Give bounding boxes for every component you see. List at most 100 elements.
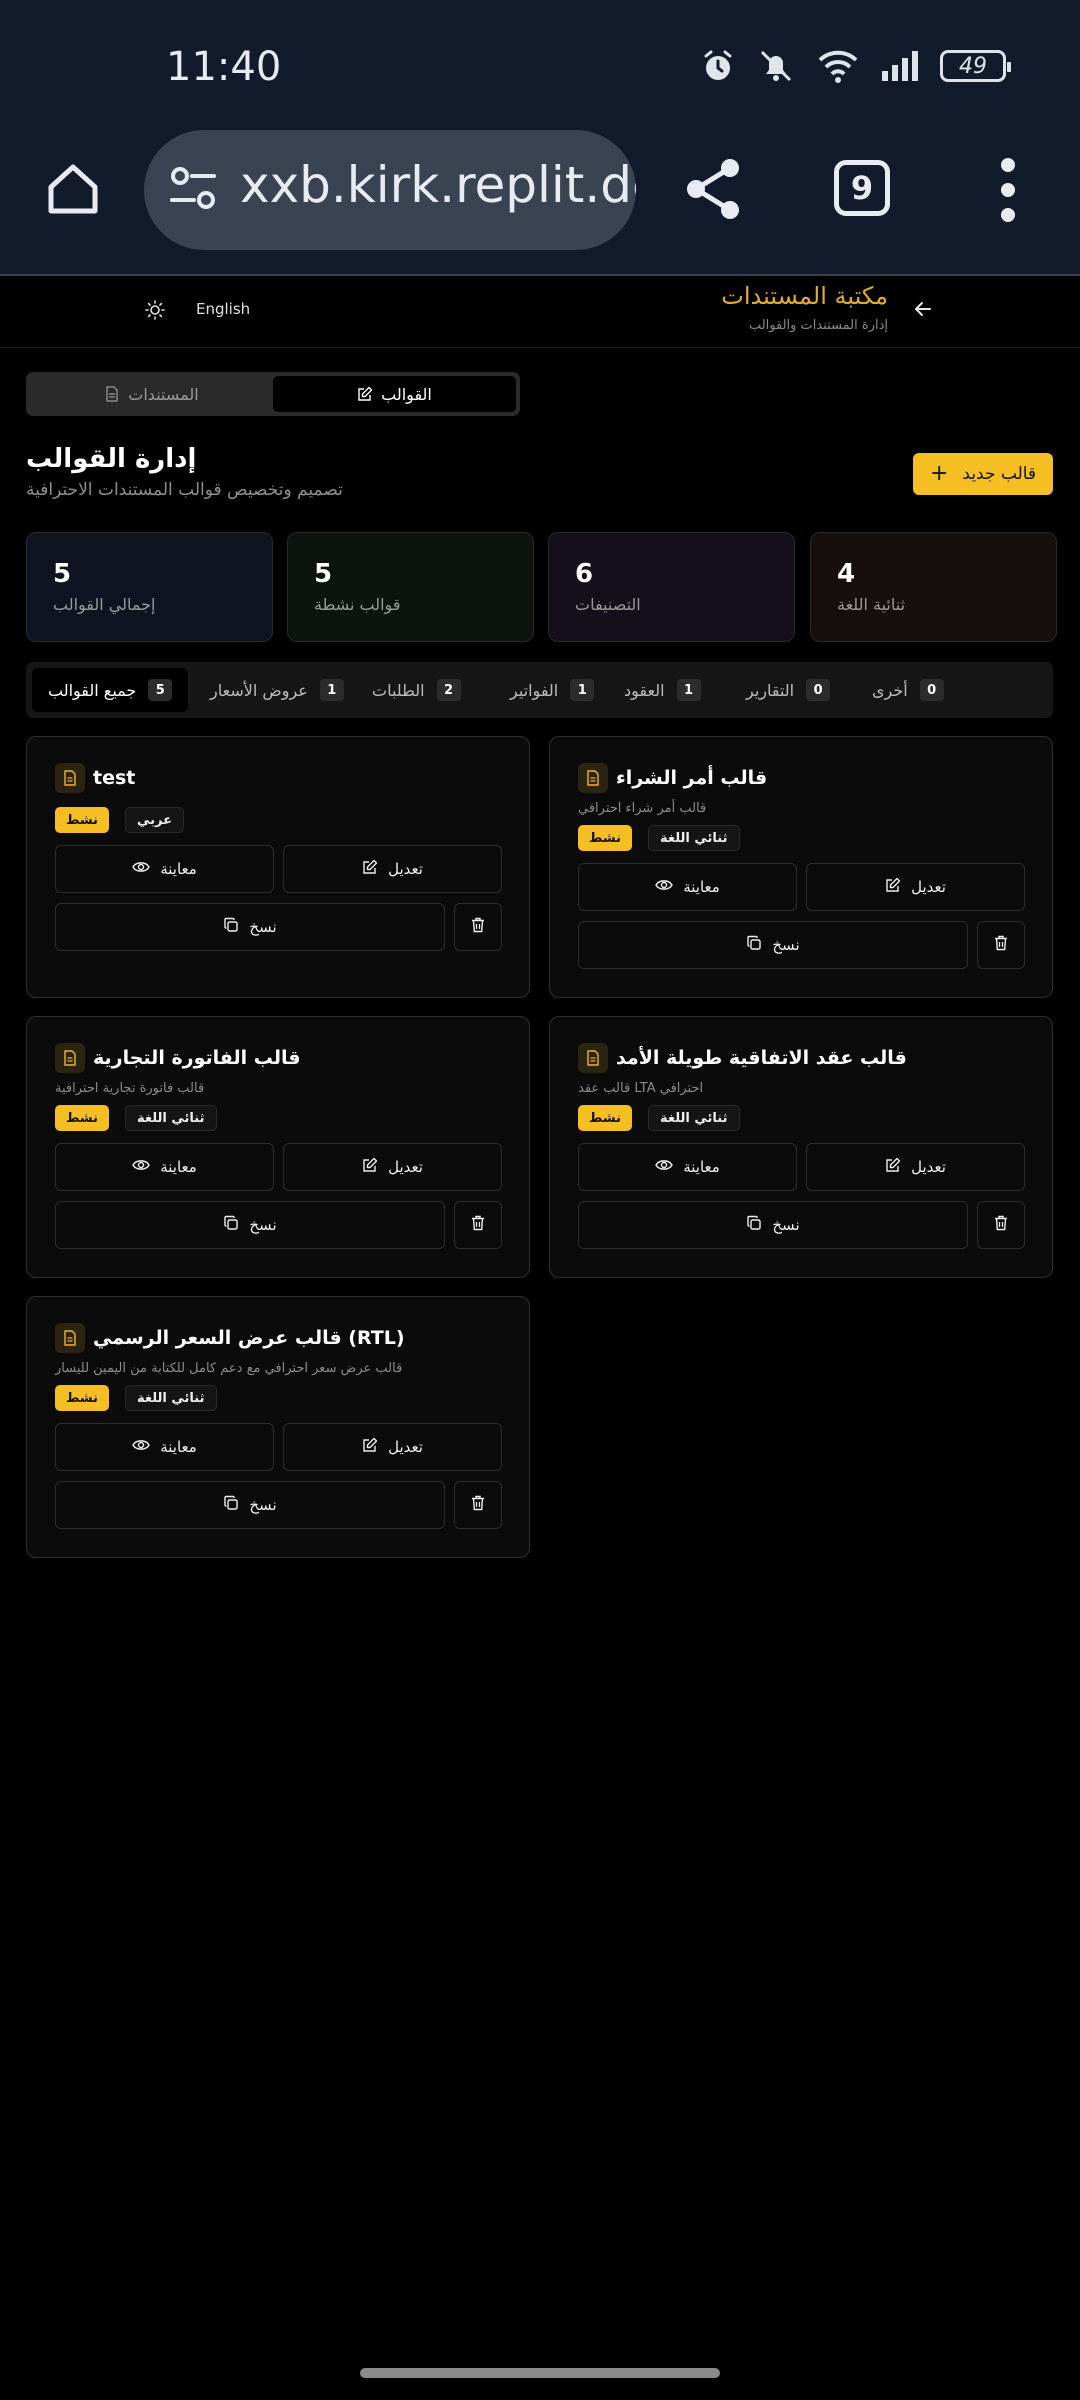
site-settings-icon[interactable] <box>168 164 218 214</box>
language-badge: ثنائي اللغة <box>648 825 740 851</box>
delete-button[interactable] <box>454 903 502 951</box>
copy-button[interactable]: نسخ <box>578 921 968 969</box>
edit-label: تعديل <box>388 860 423 878</box>
edit-button[interactable]: تعديل <box>283 1143 502 1191</box>
status-badge: نشط <box>55 1385 110 1411</box>
filter-chip[interactable]: جميع القوالب 5 <box>32 668 189 712</box>
filter-chip[interactable]: الطلبات 2 <box>356 668 477 712</box>
template-card: قالب الفاتورة التجارية قالب فاتورة تجارية… <box>26 1016 530 1278</box>
share-button[interactable] <box>680 154 750 224</box>
home-icon <box>48 164 98 214</box>
trash-icon <box>471 1495 485 1515</box>
preview-button[interactable]: معاينة <box>578 863 797 911</box>
edit-button[interactable]: تعديل <box>806 863 1025 911</box>
preview-label: معاينة <box>160 1158 197 1176</box>
tab-documents[interactable]: المستندات <box>30 376 273 412</box>
copy-label: نسخ <box>772 1216 800 1234</box>
document-icon <box>106 386 118 402</box>
filter-chip-label: الفواتير <box>510 680 559 700</box>
trash-icon <box>471 917 485 937</box>
copy-label: نسخ <box>249 1496 277 1514</box>
trash-icon <box>994 1215 1008 1235</box>
copy-button[interactable]: نسخ <box>55 1201 445 1249</box>
stat-value: 6 <box>575 559 594 589</box>
new-template-button[interactable]: قالب جديد + <box>913 453 1053 495</box>
sun-icon[interactable] <box>145 300 165 320</box>
template-title: قالب أمر الشراء <box>616 767 768 789</box>
filter-chip-label: العقود <box>624 680 665 700</box>
language-badge: عربي <box>125 807 185 833</box>
stat-card: 6 التصنيفات <box>548 532 795 642</box>
delete-button[interactable] <box>454 1201 502 1249</box>
browser-chrome: 11:40 49 xxb.kirk.replit.dev 9 <box>0 0 1080 276</box>
edit-label: تعديل <box>911 878 946 896</box>
home-button[interactable] <box>38 154 108 224</box>
preview-label: معاينة <box>160 860 197 878</box>
template-title: test <box>93 767 136 789</box>
copy-icon <box>223 917 239 937</box>
language-toggle[interactable]: English <box>196 300 250 318</box>
filter-chip-count: 2 <box>436 679 461 701</box>
stat-label: التصنيفات <box>575 595 641 614</box>
eye-icon <box>132 1158 151 1176</box>
template-description: قالب فاتورة تجارية احترافية <box>55 1081 205 1096</box>
filter-chip-count: 1 <box>319 679 344 701</box>
preview-button[interactable]: معاينة <box>55 845 274 893</box>
status-badge: نشط <box>55 1105 110 1131</box>
filter-chip-count: 1 <box>570 679 595 701</box>
filter-chip-count: 0 <box>806 679 831 701</box>
filter-chip[interactable]: عروض الأسعار 1 <box>194 668 360 712</box>
template-description: قالب أمر شراء احترافي <box>578 801 707 816</box>
copy-button[interactable]: نسخ <box>55 903 445 951</box>
filter-chip[interactable]: العقود 1 <box>608 668 717 712</box>
edit-button[interactable]: تعديل <box>806 1143 1025 1191</box>
overflow-menu-button[interactable] <box>994 158 1022 222</box>
app-title: مكتبة المستندات <box>721 282 888 310</box>
tab-switcher-button[interactable]: 9 <box>834 160 890 216</box>
copy-icon <box>223 1215 239 1235</box>
url-text: xxb.kirk.replit.dev <box>240 156 636 214</box>
stat-card: 4 ثنائية اللغة <box>810 532 1057 642</box>
filter-chip[interactable]: التقارير 0 <box>730 668 846 712</box>
edit-button[interactable]: تعديل <box>283 1423 502 1471</box>
tab-templates[interactable]: القوالب <box>273 376 516 412</box>
signal-icon <box>882 51 918 81</box>
preview-button[interactable]: معاينة <box>55 1143 274 1191</box>
preview-label: معاينة <box>683 1158 720 1176</box>
template-title: قالب الفاتورة التجارية <box>93 1047 301 1069</box>
status-badge: نشط <box>578 1105 633 1131</box>
filter-chip-count: 0 <box>919 679 944 701</box>
trash-icon <box>994 935 1008 955</box>
document-icon <box>55 1043 85 1073</box>
copy-button[interactable]: نسخ <box>55 1481 445 1529</box>
preview-button[interactable]: معاينة <box>55 1423 274 1471</box>
filter-chip-label: التقارير <box>746 680 795 700</box>
stat-card: 5 قوالب نشطة <box>287 532 534 642</box>
copy-label: نسخ <box>249 1216 277 1234</box>
copy-label: نسخ <box>772 936 800 954</box>
filter-chip[interactable]: أخرى 0 <box>856 668 960 712</box>
status-icons: 49 <box>700 46 1011 86</box>
app-subtitle: إدارة المستندات والقوالب <box>748 318 888 333</box>
address-bar[interactable]: xxb.kirk.replit.dev <box>144 130 636 250</box>
alarm-icon <box>704 50 732 80</box>
template-description: قالب عقد LTA احترافي <box>578 1081 704 1096</box>
delete-button[interactable] <box>977 921 1025 969</box>
filter-chip[interactable]: الفواتير 1 <box>494 668 610 712</box>
copy-button[interactable]: نسخ <box>578 1201 968 1249</box>
back-arrow-icon[interactable] <box>912 298 934 320</box>
gesture-bar <box>360 2368 720 2378</box>
filter-chip-label: جميع القوالب <box>48 680 137 700</box>
preview-label: معاينة <box>683 878 720 896</box>
edit-icon <box>362 859 378 879</box>
delete-button[interactable] <box>454 1481 502 1529</box>
delete-button[interactable] <box>977 1201 1025 1249</box>
template-card: قالب أمر الشراء قالب أمر شراء احترافي نشط ث… <box>549 736 1053 998</box>
filter-chip-label: أخرى <box>872 680 908 700</box>
page-title: إدارة القوالب <box>26 444 197 474</box>
edit-button[interactable]: تعديل <box>283 845 502 893</box>
eye-icon <box>132 860 151 878</box>
preview-button[interactable]: معاينة <box>578 1143 797 1191</box>
edit-icon <box>362 1157 378 1177</box>
new-template-label: قالب جديد <box>962 464 1037 484</box>
